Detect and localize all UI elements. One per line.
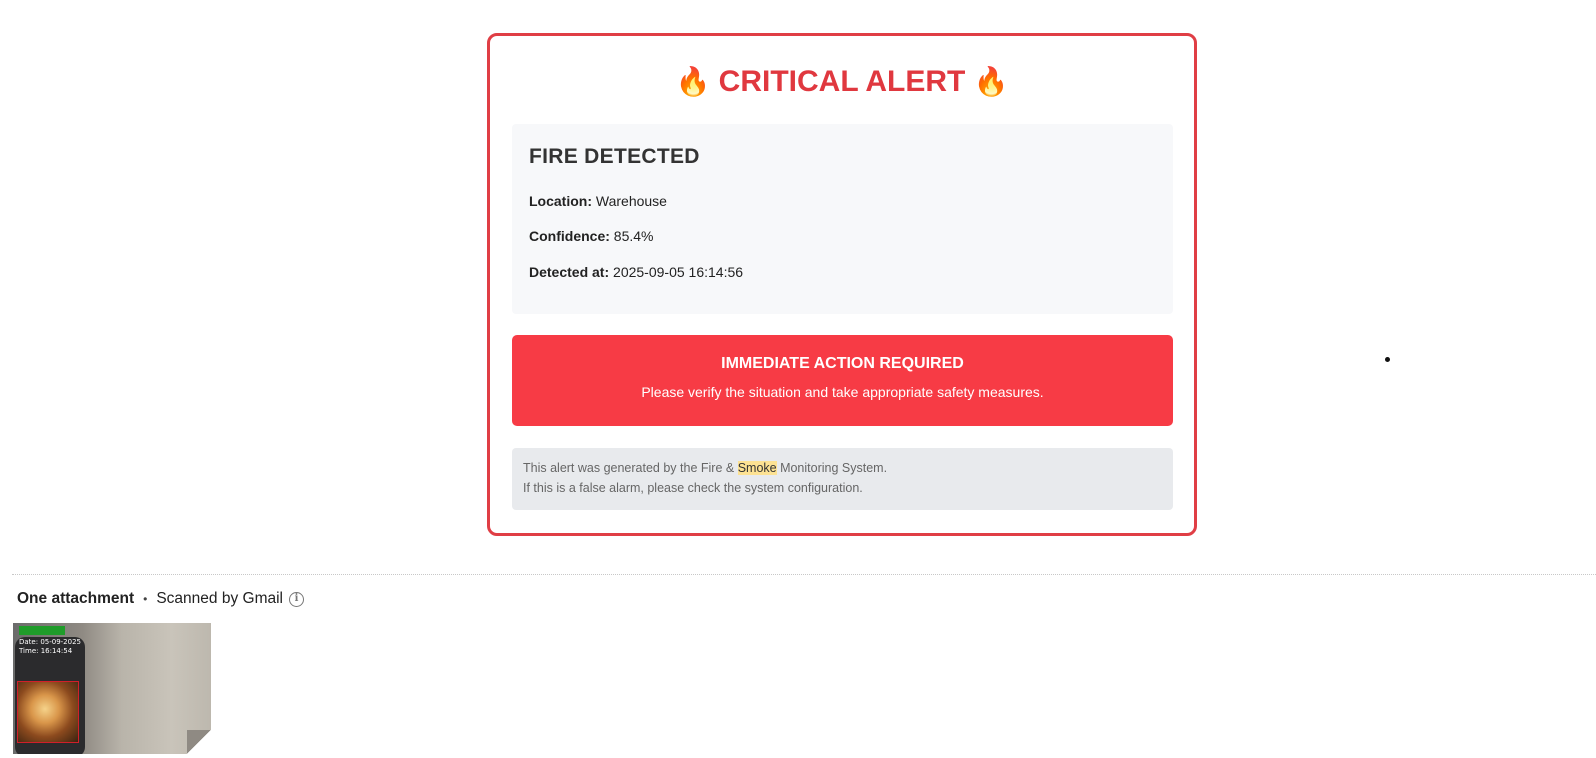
footer-line-1-end: Monitoring System. (776, 461, 888, 475)
email-body: 🔥 CRITICAL ALERT 🔥 FIRE DETECTED Locatio… (0, 0, 1596, 758)
detection-tag-image (19, 626, 65, 635)
action-text: Please verify the situation and take app… (641, 384, 1044, 400)
separator-dot: • (143, 592, 148, 606)
alert-title: 🔥 CRITICAL ALERT 🔥 (490, 64, 1194, 100)
scanned-by-gmail-label: Scanned by Gmail (156, 590, 283, 607)
page-fold-icon (187, 730, 211, 754)
confidence-label: Confidence: (529, 228, 610, 244)
alert-title-text: CRITICAL ALERT (718, 65, 966, 98)
confidence-row: Confidence: 85.4% (529, 228, 653, 244)
attachments-header: One attachment • Scanned by Gmail i (17, 588, 304, 610)
location-value: Warehouse (595, 193, 667, 209)
detected-at-value: 2025-09-05 16:14:56 (613, 264, 744, 280)
thumbnail-time-text: Time: 16:14:54 (19, 647, 73, 655)
highlighted-search-term: Smoke (737, 461, 777, 475)
location-label: Location: (529, 193, 592, 209)
detection-details: FIRE DETECTED Location: Warehouse Confid… (512, 124, 1173, 314)
fire-detection-box (17, 681, 79, 743)
alert-card: 🔥 CRITICAL ALERT 🔥 FIRE DETECTED Locatio… (487, 33, 1197, 536)
thumbnail-date-text: Date: 05-09-2025 (19, 638, 81, 646)
attachment-count: One attachment (17, 590, 135, 607)
action-heading: IMMEDIATE ACTION REQUIRED (721, 355, 964, 372)
fire-icon: 🔥 (973, 66, 1009, 97)
footer-line-1-start: This alert was generated by the Fire & (523, 461, 738, 475)
location-row: Location: Warehouse (529, 193, 667, 209)
attachments-divider (12, 574, 1596, 575)
fire-icon: 🔥 (675, 66, 711, 97)
detected-at-label: Detected at: (529, 264, 610, 280)
footer-line-2: If this is a false alarm, please check t… (523, 481, 863, 495)
detection-heading: FIRE DETECTED (529, 145, 700, 168)
info-icon[interactable]: i (289, 591, 304, 607)
cursor-dot (1385, 357, 1390, 362)
confidence-value: 85.4% (613, 228, 654, 244)
detected-at-row: Detected at: 2025-09-05 16:14:56 (529, 264, 743, 280)
action-required-banner: IMMEDIATE ACTION REQUIRED Please verify … (512, 335, 1173, 426)
alert-footer-note: This alert was generated by the Fire & S… (512, 448, 1173, 510)
attachment-thumbnail[interactable]: Date: 05-09-2025 Time: 16:14:54 (13, 623, 211, 754)
footer-line-1: This alert was generated by the Fire & S… (523, 458, 887, 478)
